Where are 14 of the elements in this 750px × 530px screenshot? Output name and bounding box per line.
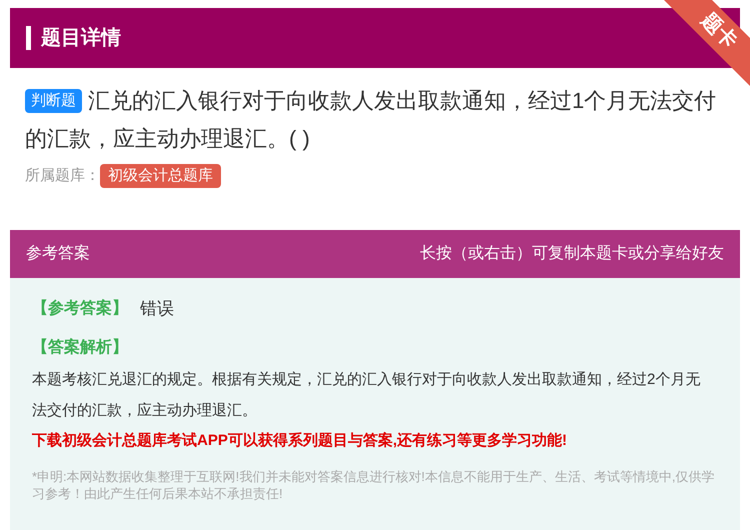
question-type-badge: 判断题 <box>25 89 82 113</box>
analysis-label: 【答案解析】 <box>32 337 129 358</box>
share-hint: 长按（或右击）可复制本题卡或分享给好友 <box>420 244 724 264</box>
library-tag[interactable]: 初级会计总题库 <box>100 164 221 188</box>
answer-value: 错误 <box>140 298 174 320</box>
page-title: 题目详情 <box>41 26 121 51</box>
promo-text: 下载初级会计总题库考试APP可以获得系列题目与答案,还有练习等更多学习功能! <box>32 430 568 450</box>
analysis-text: 本题考核汇兑退汇的规定。根据有关规定，汇兑的汇入银行对于向收款人发出取款通知，经过2个月无法交付的汇款，应主动办理退汇。 <box>32 370 702 420</box>
answer-section-title: 参考答案 <box>26 243 90 264</box>
disclaimer-text: *申明:本网站数据收集整理于互联网!我们并未能对答案信息进行核对!本信息不能用于生产、生活、考试等情境中,仅供学习参考！由此产生任何后果本站不承担责任! <box>32 468 716 502</box>
question-text: 判断题 汇兑的汇入银行对于向收款人发出取款通知，经过1个月无法交付的汇款，应主动办理退汇。( ) <box>25 87 718 153</box>
library-label: 所属题库： <box>25 166 100 186</box>
accent-bar-icon <box>26 26 31 50</box>
answer-label: 【参考答案】 <box>32 298 128 319</box>
